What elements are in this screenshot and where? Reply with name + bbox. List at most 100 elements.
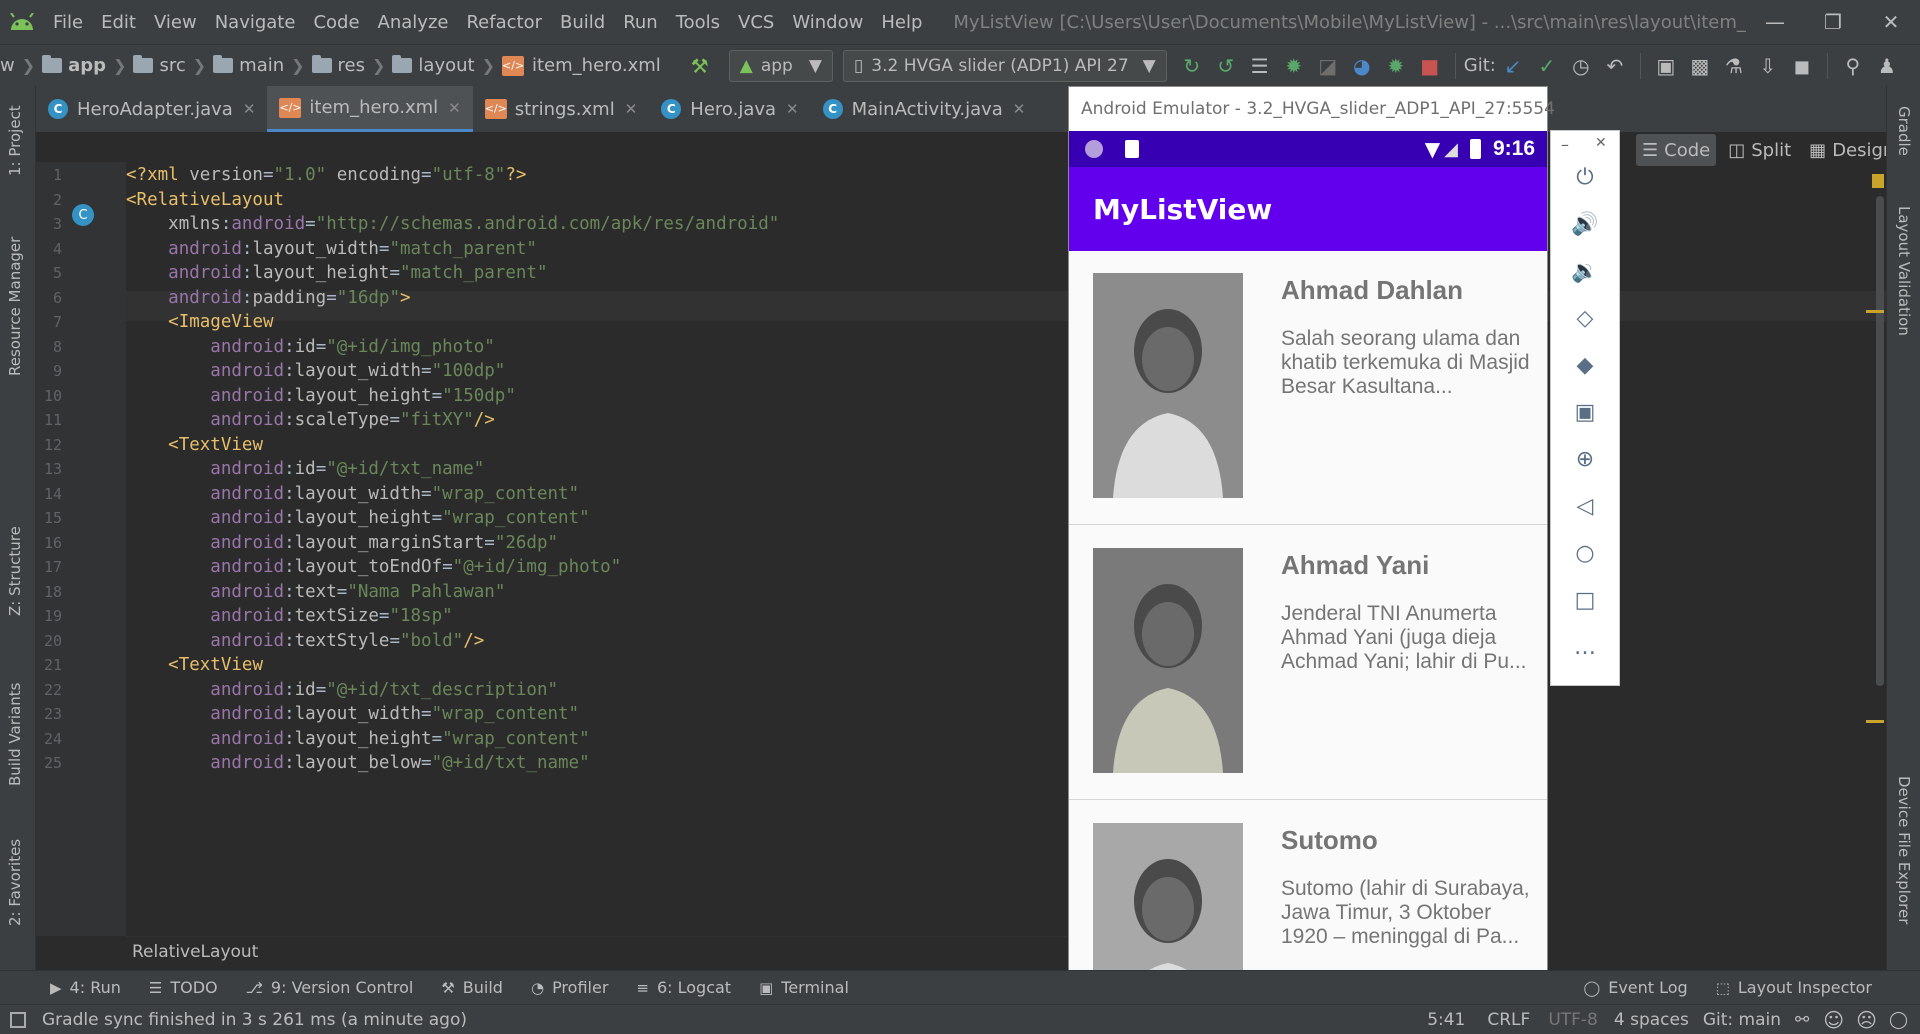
run-config-select[interactable]: ▲ app ▼ bbox=[728, 49, 833, 82]
file-encoding[interactable]: UTF-8 bbox=[1548, 1010, 1598, 1030]
rotate-right-icon[interactable]: ◆ bbox=[1565, 345, 1605, 385]
breadcrumb-file[interactable]: </> item_hero.xml bbox=[502, 55, 661, 76]
code-mode-button[interactable]: ☰ Code bbox=[1636, 134, 1717, 166]
split-mode-button[interactable]: ◫ Split bbox=[1722, 134, 1797, 166]
menu-vcs[interactable]: VCS bbox=[729, 12, 783, 33]
tool-build[interactable]: ⚒ Build bbox=[427, 978, 517, 997]
panel-minimize-button[interactable]: – bbox=[1561, 135, 1569, 154]
git-update-icon[interactable]: ↙ bbox=[1496, 49, 1530, 83]
tab-strings[interactable]: </> strings.xml ✕ bbox=[473, 86, 650, 132]
zoom-icon[interactable]: ⊕ bbox=[1565, 439, 1605, 479]
breadcrumb-src[interactable]: src bbox=[133, 55, 186, 76]
tab-mainactivity[interactable]: C MainActivity.java ✕ bbox=[811, 86, 1038, 132]
attach-debugger-icon[interactable]: ◪ bbox=[1311, 49, 1345, 83]
tool-terminal[interactable]: ▣ Terminal bbox=[745, 978, 863, 997]
apply-code-changes-icon[interactable]: ↺ bbox=[1209, 49, 1243, 83]
git-branch[interactable]: Git: main bbox=[1703, 1010, 1781, 1030]
hero-list-item[interactable]: Ahmad Dahlan Salah seorang ulama dan khat… bbox=[1069, 251, 1547, 525]
memory-indicator-icon[interactable]: ◯ bbox=[1889, 1010, 1908, 1030]
line-separator[interactable]: CRLF bbox=[1487, 1010, 1530, 1030]
tool-todo[interactable]: ☰ TODO bbox=[135, 978, 232, 997]
breadcrumb-app[interactable]: app bbox=[42, 55, 106, 76]
attach-icon[interactable]: ✹ bbox=[1379, 49, 1413, 83]
tool-4-run[interactable]: ▶ 4: Run bbox=[36, 978, 135, 997]
menu-build[interactable]: Build bbox=[551, 12, 614, 33]
debug-icon[interactable]: ✹ bbox=[1277, 49, 1311, 83]
overview-icon[interactable]: □ bbox=[1565, 580, 1605, 620]
tool-gradle[interactable]: Gradle bbox=[1895, 106, 1913, 156]
menu-help[interactable]: Help bbox=[872, 12, 931, 33]
sdk-manager-icon[interactable]: ⇩ bbox=[1751, 49, 1785, 83]
volume-up-icon[interactable]: 🔊 bbox=[1565, 204, 1605, 244]
tab-heroadapter[interactable]: C HeroAdapter.java ✕ bbox=[36, 86, 267, 132]
class-gutter-icon[interactable]: C bbox=[72, 204, 94, 226]
breadcrumb-main[interactable]: main bbox=[213, 55, 284, 76]
git-commit-icon[interactable]: ✓ bbox=[1530, 49, 1564, 83]
tool-device-file-explorer[interactable]: Device File Explorer bbox=[1895, 776, 1913, 924]
caret-position[interactable]: 5:41 bbox=[1427, 1010, 1465, 1030]
frown-icon[interactable]: ☹ bbox=[1856, 1008, 1877, 1032]
device-select[interactable]: ▯ 3.2 HVGA slider (ADP1) API 27 ▼ bbox=[842, 49, 1167, 82]
volume-down-icon[interactable]: 🔉 bbox=[1565, 251, 1605, 291]
back-icon[interactable]: ◁ bbox=[1565, 486, 1605, 526]
restore-button[interactable]: ❐ bbox=[1804, 0, 1862, 44]
close-icon[interactable]: ✕ bbox=[786, 100, 799, 118]
tool-6-logcat[interactable]: ≡ 6: Logcat bbox=[622, 978, 745, 997]
stop-icon[interactable]: ■ bbox=[1413, 49, 1447, 83]
menu-run[interactable]: Run bbox=[614, 12, 667, 33]
menu-edit[interactable]: Edit bbox=[92, 12, 145, 33]
menu-code[interactable]: Code bbox=[304, 12, 368, 33]
user-icon[interactable]: ♟ bbox=[1870, 49, 1904, 83]
camera-icon[interactable]: ▣ bbox=[1565, 392, 1605, 432]
close-icon[interactable]: ✕ bbox=[625, 100, 638, 118]
menu-window[interactable]: Window bbox=[783, 12, 872, 33]
search-icon[interactable]: ⚲ bbox=[1836, 49, 1870, 83]
profile-icon[interactable]: ◕ bbox=[1345, 49, 1379, 83]
hero-list-item[interactable]: Ahmad Yani Jenderal TNI Anumerta Ahmad Ya… bbox=[1069, 526, 1547, 800]
tool-profiler[interactable]: ◔ Profiler bbox=[517, 978, 622, 997]
tool-layout-validation[interactable]: Layout Validation bbox=[1895, 206, 1913, 336]
menu-tools[interactable]: Tools bbox=[667, 12, 729, 33]
avd-manager-icon[interactable]: ▩ bbox=[1683, 49, 1717, 83]
project-structure-icon[interactable]: ▣ bbox=[1649, 49, 1683, 83]
smiley-icon[interactable]: ☺ bbox=[1823, 1008, 1844, 1032]
more-icon[interactable]: … bbox=[1565, 627, 1605, 667]
rotate-left-icon[interactable]: ◇ bbox=[1565, 298, 1605, 338]
breadcrumb-res[interactable]: res bbox=[311, 55, 365, 76]
editor-scrollbar[interactable] bbox=[1876, 196, 1884, 686]
layout-inspector-toolbar-icon[interactable]: ◼ bbox=[1785, 49, 1819, 83]
status-message[interactable]: Gradle sync finished in 3 s 261 ms (a mi… bbox=[42, 1010, 467, 1030]
power-icon[interactable]: ⏻ bbox=[1565, 157, 1605, 197]
tool-event-log[interactable]: ◯ Event Log bbox=[1569, 978, 1701, 997]
menu-analyze[interactable]: Analyze bbox=[369, 12, 458, 33]
indent-setting[interactable]: 4 spaces bbox=[1614, 1010, 1689, 1030]
sync-icon[interactable]: ⚗ bbox=[1717, 49, 1751, 83]
tab-hero[interactable]: C Hero.java ✕ bbox=[649, 86, 810, 132]
code-breadcrumb[interactable]: RelativeLayout bbox=[126, 936, 1066, 966]
tool-9-version-control[interactable]: ⎇ 9: Version Control bbox=[232, 978, 428, 997]
hero-list-item[interactable]: Sutomo Sutomo (lahir di Surabaya, Jawa Ti… bbox=[1069, 801, 1547, 981]
close-window-button[interactable]: ✕ bbox=[1862, 0, 1920, 44]
menu-refactor[interactable]: Refactor bbox=[457, 12, 551, 33]
lock-icon[interactable]: ⚯ bbox=[1795, 1010, 1809, 1030]
rollback-icon[interactable]: ↶ bbox=[1598, 49, 1632, 83]
close-icon[interactable]: ✕ bbox=[243, 100, 256, 118]
tool-layout-inspector[interactable]: ⬚ Layout Inspector bbox=[1702, 978, 1886, 997]
code-line[interactable]: 25 android:layout_below="@+id/txt_name" bbox=[0, 748, 1850, 778]
apply-changes-icon[interactable]: ↻ bbox=[1175, 49, 1209, 83]
minimize-button[interactable]: — bbox=[1746, 0, 1804, 44]
panel-close-button[interactable]: ✕ bbox=[1595, 135, 1607, 151]
close-icon[interactable]: ✕ bbox=[448, 99, 461, 117]
hero-list[interactable]: Ahmad Dahlan Salah seorang ulama dan khat… bbox=[1069, 251, 1547, 981]
menu-view[interactable]: View bbox=[145, 12, 206, 33]
emulator-screen[interactable]: ▼ ◢ 9:16 MyListView Ahmad Dahlan Salah se… bbox=[1069, 131, 1547, 981]
home-icon[interactable]: ○ bbox=[1565, 533, 1605, 573]
menu-file[interactable]: File bbox=[44, 12, 92, 33]
breadcrumb-project[interactable]: w bbox=[0, 55, 15, 76]
make-project-icon[interactable]: ⚒ bbox=[683, 49, 717, 83]
breadcrumb-layout[interactable]: layout bbox=[392, 55, 475, 76]
history-icon[interactable]: ◷ bbox=[1564, 49, 1598, 83]
close-icon[interactable]: ✕ bbox=[1013, 100, 1026, 118]
coverage-icon[interactable]: ☰ bbox=[1243, 49, 1277, 83]
menu-navigate[interactable]: Navigate bbox=[206, 12, 305, 33]
